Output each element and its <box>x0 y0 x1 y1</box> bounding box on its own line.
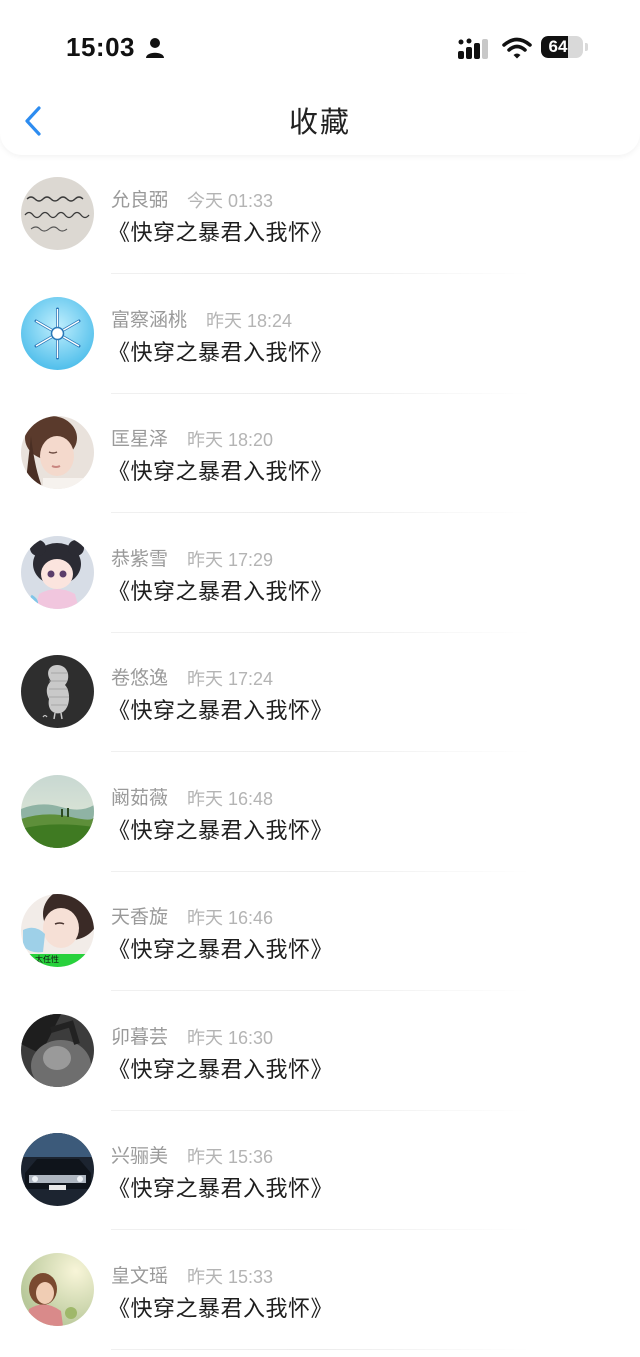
author-name: 富察涵桃 <box>111 308 188 331</box>
book-title: 《快穿之暴君入我怀》 <box>108 1296 334 1322</box>
author-name: 阚茹薇 <box>111 786 169 809</box>
page-title: 收藏 <box>288 105 351 139</box>
anime-girl-avatar[interactable] <box>21 535 94 609</box>
navigation-bar: 收藏 <box>0 95 640 145</box>
author-name: 卯暮芸 <box>111 1025 169 1048</box>
book-title: 《快穿之暴君入我怀》 <box>108 340 334 366</box>
list-item[interactable]: 卷悠逸 昨天 17:24 《快穿之暴君入我怀》 <box>0 633 640 753</box>
timestamp: 昨天 16:30 <box>187 1027 274 1048</box>
top-bar: 15:03 64 收藏 <box>0 0 640 155</box>
book-title: 《快穿之暴君入我怀》 <box>108 221 334 246</box>
landscape-avatar[interactable] <box>21 774 94 848</box>
list-item[interactable]: 匡星泽 昨天 18:20 《快穿之暴君入我怀》 <box>0 394 640 514</box>
status-time: 15:03 <box>66 32 135 62</box>
book-title: 《快穿之暴君入我怀》 <box>108 460 334 485</box>
list-item[interactable]: 恭紫雪 昨天 17:29 《快穿之暴君入我怀》 <box>0 514 640 634</box>
battery-cap <box>585 43 588 51</box>
book-title: 《快穿之暴君入我怀》 <box>108 699 334 724</box>
timestamp: 昨天 18:20 <box>187 430 274 450</box>
status-bar: 15:03 64 <box>0 0 640 95</box>
book-title: 《快穿之暴君入我怀》 <box>108 1177 334 1202</box>
sunlit-girl-avatar[interactable] <box>21 1252 94 1326</box>
timestamp: 今天 01:33 <box>187 191 274 211</box>
person-icon <box>146 38 164 58</box>
car-avatar[interactable] <box>21 1133 94 1206</box>
list-item[interactable]: 皇文瑶 昨天 15:33 《快穿之暴君入我怀》 <box>0 1231 640 1351</box>
timestamp: 昨天 15:33 <box>187 1266 274 1287</box>
author-name: 天香旋 <box>111 906 169 928</box>
peanut-avatar[interactable] <box>21 655 94 728</box>
author-name: 恭紫雪 <box>111 547 169 570</box>
timestamp: 昨天 16:48 <box>187 788 274 809</box>
book-title: 《快穿之暴君入我怀》 <box>108 1057 334 1083</box>
handwriting-avatar[interactable] <box>21 177 94 250</box>
svg-text:太任性: 太任性 <box>35 954 59 964</box>
author-name: 卷悠逸 <box>111 667 169 689</box>
timestamp: 昨天 17:29 <box>187 549 274 570</box>
divider <box>111 1348 531 1350</box>
cellular-signal-icon <box>458 38 488 59</box>
wifi-icon <box>502 37 532 59</box>
author-name: 允良弼 <box>111 189 169 211</box>
list-item[interactable]: 允良弼 今天 01:33 《快穿之暴君入我怀》 <box>0 155 640 275</box>
snowflake-avatar[interactable] <box>21 296 94 370</box>
favorites-list: 允良弼 今天 01:33 《快穿之暴君入我怀》 富察涵桃 昨天 18:24 《快… <box>0 155 640 1350</box>
book-title: 《快穿之暴君入我怀》 <box>108 579 334 605</box>
list-item[interactable]: 兴骊美 昨天 15:36 《快穿之暴君入我怀》 <box>0 1111 640 1231</box>
author-name: 皇文瑶 <box>111 1264 169 1287</box>
portrait-avatar[interactable] <box>21 416 94 489</box>
battery-percentage: 64 <box>548 37 568 56</box>
book-title: 《快穿之暴君入我怀》 <box>108 938 334 963</box>
battery-indicator: 64 <box>541 36 583 58</box>
list-item[interactable]: 阚茹薇 昨天 16:48 《快穿之暴君入我怀》 <box>0 753 640 873</box>
author-name: 兴骊美 <box>111 1145 169 1167</box>
timestamp: 昨天 18:24 <box>206 310 293 331</box>
masked-girl-avatar[interactable]: 太任性 <box>21 894 94 967</box>
book-title: 《快穿之暴君入我怀》 <box>108 818 334 844</box>
list-item[interactable]: 太任性 天香旋 昨天 16:46 《快穿之暴君入我怀》 <box>0 872 640 992</box>
monochrome-avatar[interactable] <box>21 1013 94 1087</box>
list-item[interactable]: 富察涵桃 昨天 18:24 《快穿之暴君入我怀》 <box>0 275 640 395</box>
author-name: 匡星泽 <box>111 428 169 450</box>
list-item[interactable]: 卯暮芸 昨天 16:30 《快穿之暴君入我怀》 <box>0 992 640 1112</box>
timestamp: 昨天 16:46 <box>187 908 274 928</box>
timestamp: 昨天 17:24 <box>187 669 274 689</box>
timestamp: 昨天 15:36 <box>187 1147 274 1167</box>
